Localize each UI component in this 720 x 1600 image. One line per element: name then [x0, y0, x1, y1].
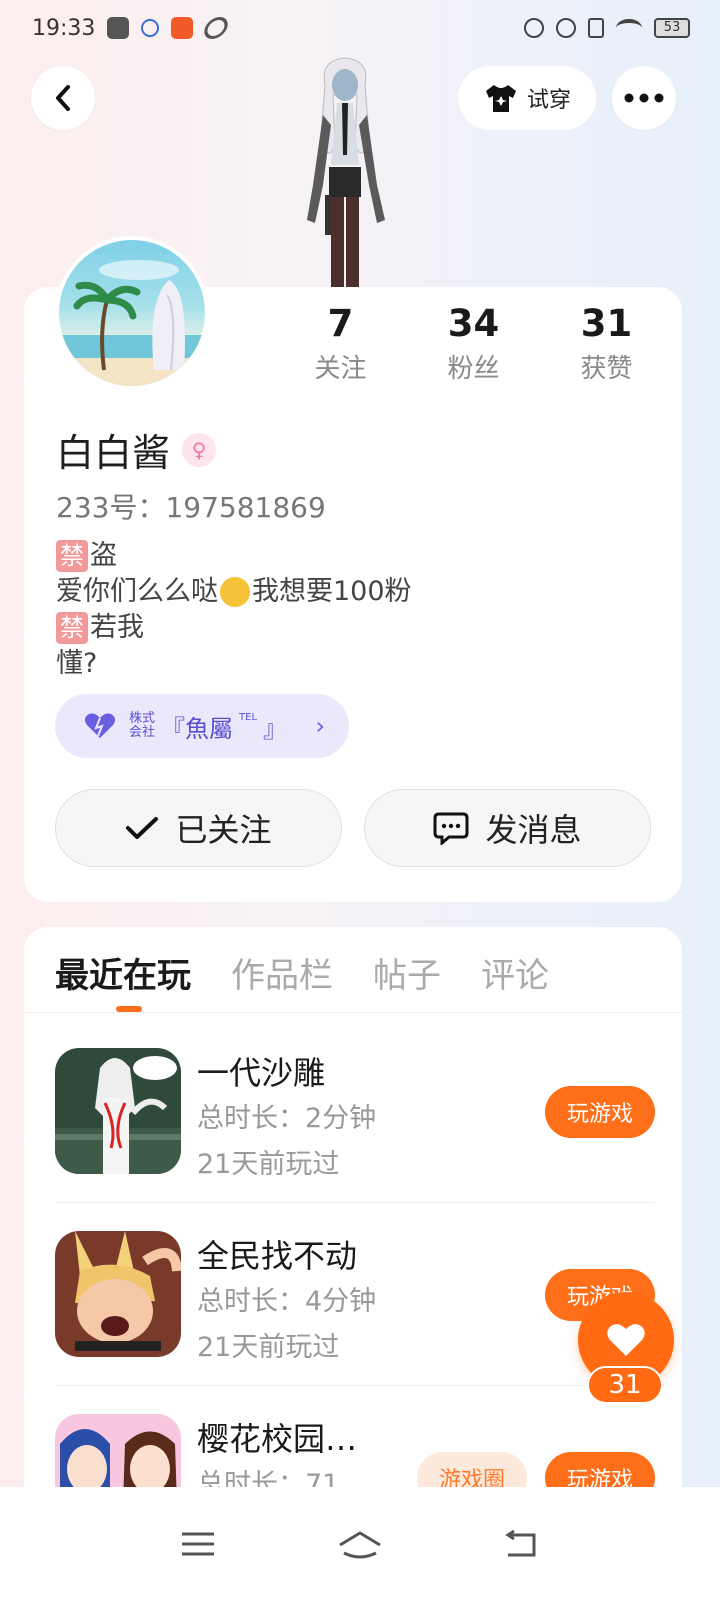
bio-line-1: 禁 盗	[56, 538, 412, 574]
tab-recently-played[interactable]: 最近在玩	[55, 948, 191, 997]
tab-works[interactable]: 作品栏	[231, 948, 333, 997]
status-time: 19:33	[32, 15, 96, 41]
likes-label: 获赞	[580, 354, 633, 384]
row-divider	[55, 1202, 655, 1203]
following-button[interactable]: 已关注	[55, 789, 342, 867]
chevron-left-icon	[56, 85, 70, 111]
game-duration: 总时长：2分钟	[197, 1103, 377, 1134]
bio-text: 盗	[90, 540, 117, 571]
bio-text: 我想要100粉	[252, 576, 412, 607]
female-icon: ♀	[182, 432, 217, 467]
video-app-icon	[107, 17, 130, 39]
bio-text: 爱你们么么哒	[56, 576, 218, 607]
chat-bubble-icon	[433, 812, 469, 845]
user-id: 233号：197581869	[56, 491, 326, 524]
bio: 禁 盗 爱你们么么哒 我想要100粉 禁 若我 懂?	[56, 538, 412, 682]
sync-icon	[201, 17, 232, 39]
content-tabs: 最近在玩 作品栏 帖子 评论	[55, 948, 549, 997]
guild-suffix: TEL	[239, 712, 258, 723]
tabs-divider	[24, 1012, 682, 1013]
game-thumbnail-image	[55, 1414, 181, 1487]
baidu-icon	[141, 19, 160, 37]
mute-icon	[556, 18, 576, 38]
game-last-played: 21天前玩过	[197, 1149, 340, 1180]
home-icon[interactable]	[336, 1527, 384, 1561]
guild-close: 』	[263, 714, 288, 743]
kissing-emoji-icon	[220, 577, 250, 607]
game-row[interactable]: 全民找不动 总时长：4分钟 21天前玩过 玩游戏	[55, 1231, 655, 1363]
game-thumbnail-image	[55, 1048, 181, 1174]
status-bar: 19:33 53	[0, 0, 720, 56]
game-thumbnail-image	[55, 1231, 181, 1357]
game-title: 一代沙雕	[197, 1054, 326, 1092]
more-dots-icon	[624, 93, 664, 103]
likes-count: 31	[580, 302, 633, 345]
stat-likes[interactable]: 31 获赞	[540, 302, 673, 392]
following-count: 7	[327, 302, 354, 345]
tab-comments[interactable]: 评论	[481, 948, 549, 997]
guild-prefix: 株式 会社	[129, 712, 155, 740]
stat-fans[interactable]: 34 粉丝	[407, 302, 540, 392]
ban-tag: 禁	[56, 612, 88, 644]
bio-line-2: 爱你们么么哒 我想要100粉	[56, 574, 412, 610]
bio-text: 懂?	[56, 648, 98, 679]
profile-stats: 7 关注 34 粉丝 31 获赞	[274, 302, 674, 392]
fans-label: 粉丝	[447, 354, 500, 384]
username: 白白酱 ♀	[56, 422, 217, 477]
heart-icon	[84, 713, 116, 738]
chevron-right-icon: ›	[315, 712, 325, 740]
message-button-label: 发消息	[485, 811, 582, 849]
game-title: 全民找不动	[197, 1237, 358, 1275]
3d-avatar-figure[interactable]	[285, 55, 405, 290]
bio-line-3: 禁 若我	[56, 610, 412, 646]
system-nav-bar	[0, 1487, 720, 1600]
username-text: 白白酱	[56, 431, 171, 475]
game-last-played: 21天前玩过	[197, 1332, 340, 1363]
tshirt-icon	[485, 85, 516, 112]
try-on-button[interactable]: 试穿	[458, 66, 596, 130]
game-title: 樱花校园…	[197, 1420, 358, 1458]
game-row[interactable]: 樱花校园… 总时长：71… 游戏圈 玩游戏	[55, 1414, 655, 1487]
menu-icon[interactable]	[180, 1530, 216, 1558]
try-on-label: 试穿	[526, 88, 571, 113]
game-icon[interactable]	[55, 1231, 181, 1357]
back-nav-icon[interactable]	[504, 1529, 540, 1559]
more-button[interactable]	[612, 66, 676, 130]
check-icon	[126, 817, 159, 839]
row-divider	[55, 1385, 655, 1386]
game-circle-button[interactable]: 游戏圈	[417, 1452, 527, 1487]
fans-count: 34	[447, 302, 500, 345]
bio-line-4: 懂?	[56, 646, 412, 682]
stat-following[interactable]: 7 关注	[274, 302, 407, 392]
heart-icon	[607, 1324, 645, 1356]
avatar[interactable]	[55, 236, 209, 390]
bio-text: 若我	[90, 612, 144, 643]
guild-prefix-1: 株式	[129, 711, 156, 726]
message-button[interactable]: 发消息	[364, 789, 651, 867]
sim-icon	[588, 18, 604, 38]
game-duration: 总时长：71…	[197, 1469, 367, 1487]
status-right: 53	[524, 18, 690, 38]
wifi-icon	[616, 19, 642, 37]
guild-name: 『魚屬	[161, 714, 234, 743]
back-button[interactable]	[31, 66, 95, 130]
guild-prefix-2: 会社	[129, 725, 156, 740]
game-row[interactable]: 一代沙雕 总时长：2分钟 21天前玩过 玩游戏	[55, 1048, 655, 1180]
like-count: 31	[587, 1366, 663, 1404]
ban-tag: 禁	[56, 540, 88, 572]
guild-badge[interactable]: 株式 会社 『魚屬 TEL 』 ›	[55, 694, 349, 758]
play-game-button[interactable]: 玩游戏	[545, 1086, 655, 1138]
alarm-icon	[524, 18, 544, 38]
game-icon[interactable]	[55, 1414, 181, 1487]
following-label: 关注	[314, 354, 367, 384]
tab-posts[interactable]: 帖子	[373, 948, 441, 997]
play-game-button[interactable]: 玩游戏	[545, 1452, 655, 1487]
game-duration: 总时长：4分钟	[197, 1286, 377, 1317]
following-button-label: 已关注	[175, 811, 272, 849]
battery-icon: 53	[654, 18, 690, 38]
status-left: 19:33	[32, 15, 232, 41]
game-icon[interactable]	[55, 1048, 181, 1174]
app-notification-icon	[171, 17, 194, 39]
